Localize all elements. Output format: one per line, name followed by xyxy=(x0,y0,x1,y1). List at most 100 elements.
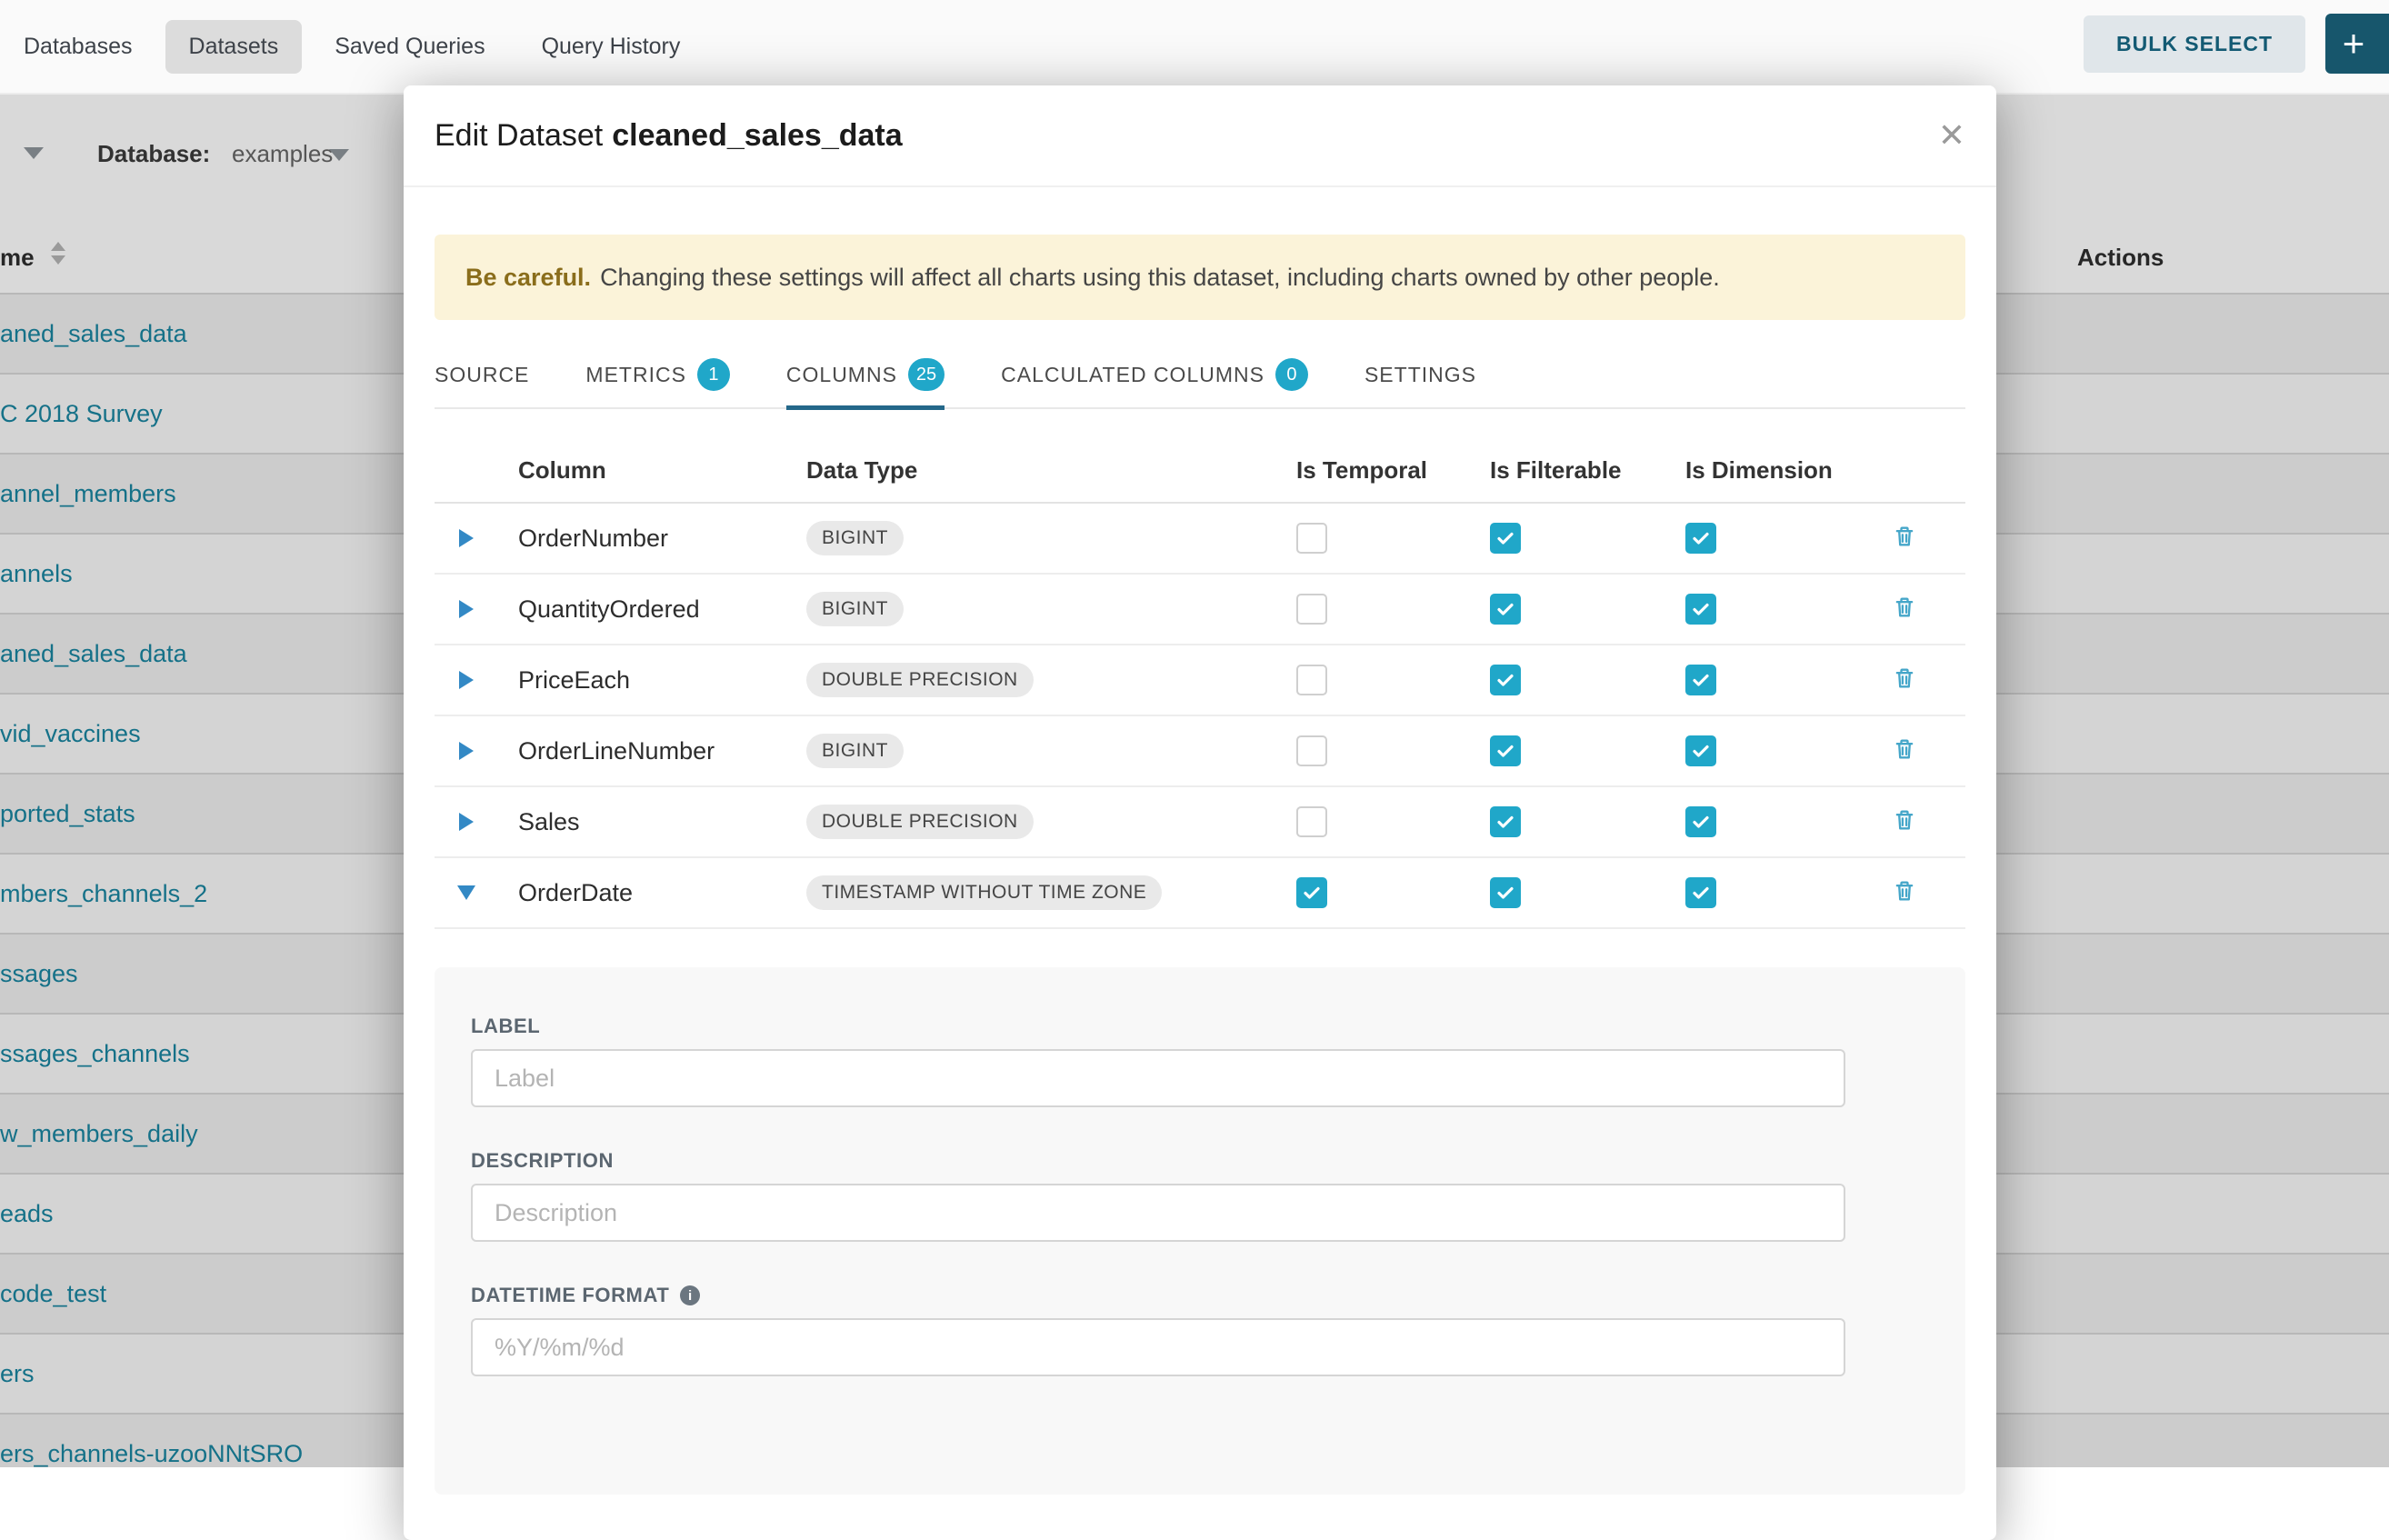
column-name: OrderNumber xyxy=(498,525,798,553)
is-filterable-checkbox[interactable] xyxy=(1490,523,1521,554)
columns-table-rows: OrderNumber BIGINT QuantityOrdered BIGIN… xyxy=(435,504,1965,929)
is-temporal-checkbox[interactable] xyxy=(1296,806,1327,837)
column-name: QuantityOrdered xyxy=(498,595,798,624)
tab-source[interactable]: SOURCE xyxy=(435,341,529,408)
tab-columns[interactable]: COLUMNS 25 xyxy=(786,341,945,408)
datetime-format-field-group: DATETIME FORMAT i xyxy=(471,1284,1929,1376)
nav-tab-datasets[interactable]: Datasets xyxy=(165,20,303,74)
tab-calculated-columns[interactable]: CALCULATED COLUMNS 0 xyxy=(1001,341,1308,408)
data-type-pill: BIGINT xyxy=(806,734,904,768)
columns-table-header-row: Column Data Type Is Temporal Is Filterab… xyxy=(435,438,1965,504)
close-icon[interactable]: ✕ xyxy=(1938,119,1965,152)
modal-title: Edit Datasetcleaned_sales_data xyxy=(435,118,903,154)
caret-icon xyxy=(459,671,474,689)
add-dataset-button[interactable]: + xyxy=(2325,14,2389,74)
tab-label: SETTINGS xyxy=(1364,363,1476,387)
column-name: PriceEach xyxy=(498,666,798,695)
delete-column-icon[interactable] xyxy=(1892,524,1917,549)
datetime-format-input[interactable] xyxy=(471,1318,1845,1376)
modal-body: Be careful. Changing these settings will… xyxy=(404,235,1996,1495)
expand-toggle[interactable] xyxy=(435,671,498,689)
data-type-pill: TIMESTAMP WITHOUT TIME ZONE xyxy=(806,875,1162,910)
label-input[interactable] xyxy=(471,1049,1845,1107)
modal-title-prefix: Edit Dataset xyxy=(435,118,603,153)
is-filterable-checkbox[interactable] xyxy=(1490,735,1521,766)
is-filterable-checkbox[interactable] xyxy=(1490,665,1521,695)
delete-column-icon[interactable] xyxy=(1892,736,1917,762)
caret-icon xyxy=(459,529,474,547)
columns-table: Column Data Type Is Temporal Is Filterab… xyxy=(435,438,1965,929)
is-dimension-checkbox[interactable] xyxy=(1685,735,1716,766)
datetime-format-field-label: DATETIME FORMAT i xyxy=(471,1284,1929,1307)
description-field-label: DESCRIPTION xyxy=(471,1149,1929,1173)
tab-settings[interactable]: SETTINGS xyxy=(1364,341,1476,408)
is-temporal-checkbox[interactable] xyxy=(1296,735,1327,766)
column-detail-panel: LABEL DESCRIPTION DATETIME FORMAT i xyxy=(435,967,1965,1495)
nav-tab-saved-queries[interactable]: Saved Queries xyxy=(311,20,508,74)
bulk-select-button[interactable]: BULK SELECT xyxy=(2084,15,2305,73)
tab-label: COLUMNS xyxy=(786,363,897,387)
data-type-pill: DOUBLE PRECISION xyxy=(806,805,1034,839)
tab-label: SOURCE xyxy=(435,363,529,387)
column-row: PriceEach DOUBLE PRECISION xyxy=(435,645,1965,716)
modal-header: Edit Datasetcleaned_sales_data ✕ xyxy=(404,85,1996,187)
tab-badge: 25 xyxy=(908,358,945,391)
expand-toggle[interactable] xyxy=(435,813,498,831)
column-name: OrderLineNumber xyxy=(498,737,798,765)
header-data-type: Data Type xyxy=(798,456,1294,485)
delete-column-icon[interactable] xyxy=(1892,665,1917,691)
tab-metrics[interactable]: METRICS 1 xyxy=(585,341,730,408)
column-name: Sales xyxy=(498,808,798,836)
is-temporal-checkbox[interactable] xyxy=(1296,877,1327,908)
info-icon[interactable]: i xyxy=(680,1285,700,1305)
is-dimension-checkbox[interactable] xyxy=(1685,594,1716,625)
warning-banner: Be careful. Changing these settings will… xyxy=(435,235,1965,320)
is-dimension-checkbox[interactable] xyxy=(1685,877,1716,908)
warning-lead: Be careful. xyxy=(465,264,600,292)
plus-icon: + xyxy=(2343,22,2365,65)
description-field-group: DESCRIPTION xyxy=(471,1149,1929,1242)
tab-badge: 0 xyxy=(1275,358,1308,391)
is-temporal-checkbox[interactable] xyxy=(1296,665,1327,695)
caret-icon xyxy=(459,813,474,831)
nav-tab-query-history[interactable]: Query History xyxy=(518,20,705,74)
expand-toggle[interactable] xyxy=(435,742,498,760)
caret-icon xyxy=(459,742,474,760)
caret-icon xyxy=(459,600,474,618)
is-temporal-checkbox[interactable] xyxy=(1296,523,1327,554)
is-temporal-checkbox[interactable] xyxy=(1296,594,1327,625)
data-type-pill: BIGINT xyxy=(806,592,904,626)
expand-toggle[interactable] xyxy=(435,600,498,618)
tab-label: CALCULATED COLUMNS xyxy=(1001,363,1264,387)
header-is-filterable: Is Filterable xyxy=(1487,456,1683,485)
column-name: OrderDate xyxy=(498,879,798,907)
expand-toggle[interactable] xyxy=(435,529,498,547)
header-is-dimension: Is Dimension xyxy=(1683,456,1878,485)
delete-column-icon[interactable] xyxy=(1892,878,1917,904)
delete-column-icon[interactable] xyxy=(1892,807,1917,833)
nav-tab-databases[interactable]: Databases xyxy=(0,20,156,74)
tab-badge: 1 xyxy=(697,358,730,391)
data-type-pill: DOUBLE PRECISION xyxy=(806,663,1034,697)
column-row: QuantityOrdered BIGINT xyxy=(435,575,1965,645)
top-nav: DatabasesDatasetsSaved QueriesQuery Hist… xyxy=(0,0,2389,95)
is-dimension-checkbox[interactable] xyxy=(1685,523,1716,554)
caret-icon xyxy=(457,885,475,900)
column-row: Sales DOUBLE PRECISION xyxy=(435,787,1965,858)
delete-column-icon[interactable] xyxy=(1892,595,1917,620)
data-type-pill: BIGINT xyxy=(806,521,904,555)
description-input[interactable] xyxy=(471,1184,1845,1242)
header-column: Column xyxy=(498,456,798,485)
is-filterable-checkbox[interactable] xyxy=(1490,806,1521,837)
tab-label: METRICS xyxy=(585,363,686,387)
is-dimension-checkbox[interactable] xyxy=(1685,665,1716,695)
is-filterable-checkbox[interactable] xyxy=(1490,877,1521,908)
edit-dataset-modal: Edit Datasetcleaned_sales_data ✕ Be care… xyxy=(404,85,1996,1540)
is-filterable-checkbox[interactable] xyxy=(1490,594,1521,625)
column-row: OrderDate TIMESTAMP WITHOUT TIME ZONE xyxy=(435,858,1965,929)
label-field-label: LABEL xyxy=(471,1015,1929,1038)
nav-tab-list: DatabasesDatasetsSaved QueriesQuery Hist… xyxy=(0,20,713,74)
is-dimension-checkbox[interactable] xyxy=(1685,806,1716,837)
expand-toggle[interactable] xyxy=(435,885,498,900)
header-is-temporal: Is Temporal xyxy=(1294,456,1487,485)
